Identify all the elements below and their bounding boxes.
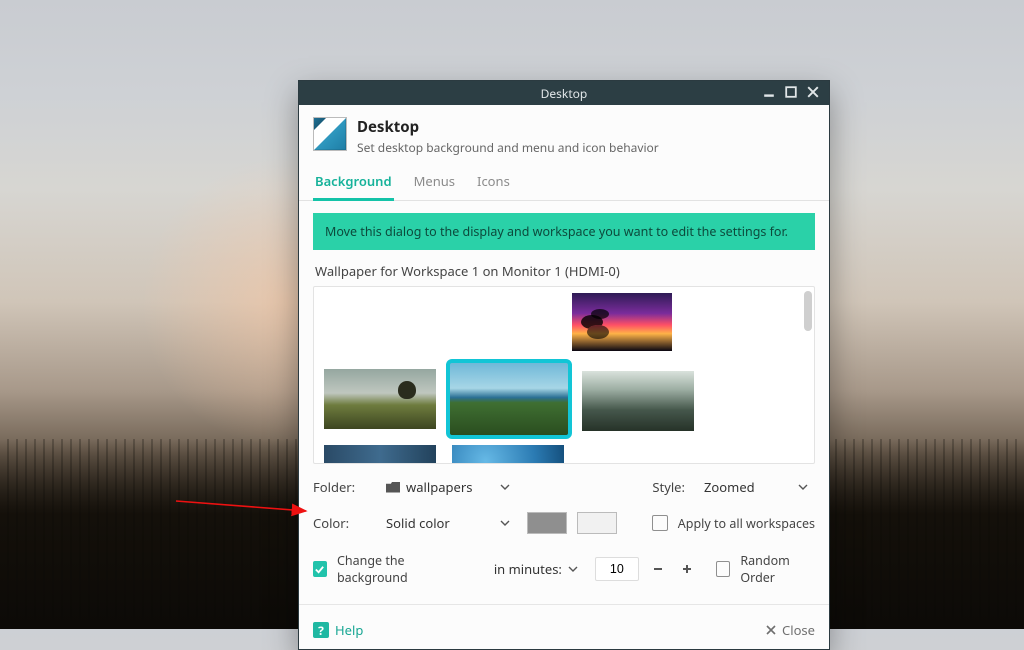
divider — [299, 604, 829, 605]
wallpaper-gallery[interactable] — [313, 286, 815, 464]
color-label: Color: — [313, 514, 367, 532]
wallpaper-thumb[interactable] — [572, 293, 672, 351]
desktop-wallpaper-icon — [313, 117, 347, 151]
style-label: Style: — [652, 478, 685, 496]
close-icon[interactable] — [807, 86, 821, 100]
tab-icons[interactable]: Icons — [475, 164, 512, 201]
wallpaper-thumb[interactable] — [324, 369, 436, 429]
random-order-label: Random Order — [740, 552, 815, 586]
change-background-label: Change the background — [337, 552, 458, 586]
tab-bar: Background Menus Icons — [299, 164, 829, 201]
folder-icon — [386, 482, 400, 493]
desktop-settings-window: Desktop Desktop Set desktop background a… — [298, 80, 830, 650]
chevron-down-icon — [500, 518, 510, 528]
tab-content: Move this dialog to the display and work… — [299, 201, 829, 611]
minimize-icon[interactable] — [763, 86, 777, 100]
interval-decrement[interactable] — [649, 558, 668, 580]
help-icon: ? — [313, 622, 329, 638]
gallery-scrollbar[interactable] — [804, 291, 812, 331]
primary-color-swatch[interactable] — [527, 512, 567, 534]
apply-all-label: Apply to all workspaces — [678, 515, 815, 532]
chevron-down-icon — [500, 482, 510, 492]
color-mode-combo[interactable]: Solid color — [377, 510, 517, 536]
style-combo[interactable]: Zoomed — [695, 474, 815, 500]
tab-menus[interactable]: Menus — [412, 164, 457, 201]
tab-background[interactable]: Background — [313, 164, 394, 201]
titlebar[interactable]: Desktop — [299, 81, 829, 105]
interval-increment[interactable] — [678, 558, 697, 580]
chevron-down-icon — [798, 482, 808, 492]
help-button[interactable]: ? Help — [313, 621, 363, 639]
close-x-icon — [766, 625, 776, 635]
change-background-checkbox[interactable] — [313, 561, 327, 577]
interval-value-input[interactable] — [595, 557, 639, 581]
info-banner: Move this dialog to the display and work… — [313, 213, 815, 250]
random-order-checkbox[interactable] — [716, 561, 730, 577]
interval-unit-combo[interactable]: in minutes: — [485, 556, 585, 582]
wallpaper-thumb-selected[interactable] — [450, 363, 568, 435]
dialog-header: Desktop Set desktop background and menu … — [299, 105, 829, 164]
wallpaper-thumb[interactable] — [452, 445, 564, 464]
dialog-title: Desktop — [357, 117, 659, 137]
wallpaper-section-label: Wallpaper for Workspace 1 on Monitor 1 (… — [315, 262, 813, 280]
dialog-footer: ? Help Close — [299, 611, 829, 649]
chevron-down-icon — [568, 564, 578, 574]
folder-label: Folder: — [313, 478, 367, 496]
wallpaper-thumb[interactable] — [324, 445, 436, 464]
maximize-icon[interactable] — [785, 86, 799, 100]
dialog-subtitle: Set desktop background and menu and icon… — [357, 139, 659, 156]
apply-all-checkbox[interactable] — [652, 515, 668, 531]
close-button[interactable]: Close — [766, 621, 815, 639]
secondary-color-swatch[interactable] — [577, 512, 617, 534]
wallpaper-thumb[interactable] — [582, 371, 694, 431]
folder-combo[interactable]: wallpapers — [377, 474, 517, 500]
window-title: Desktop — [541, 85, 588, 102]
